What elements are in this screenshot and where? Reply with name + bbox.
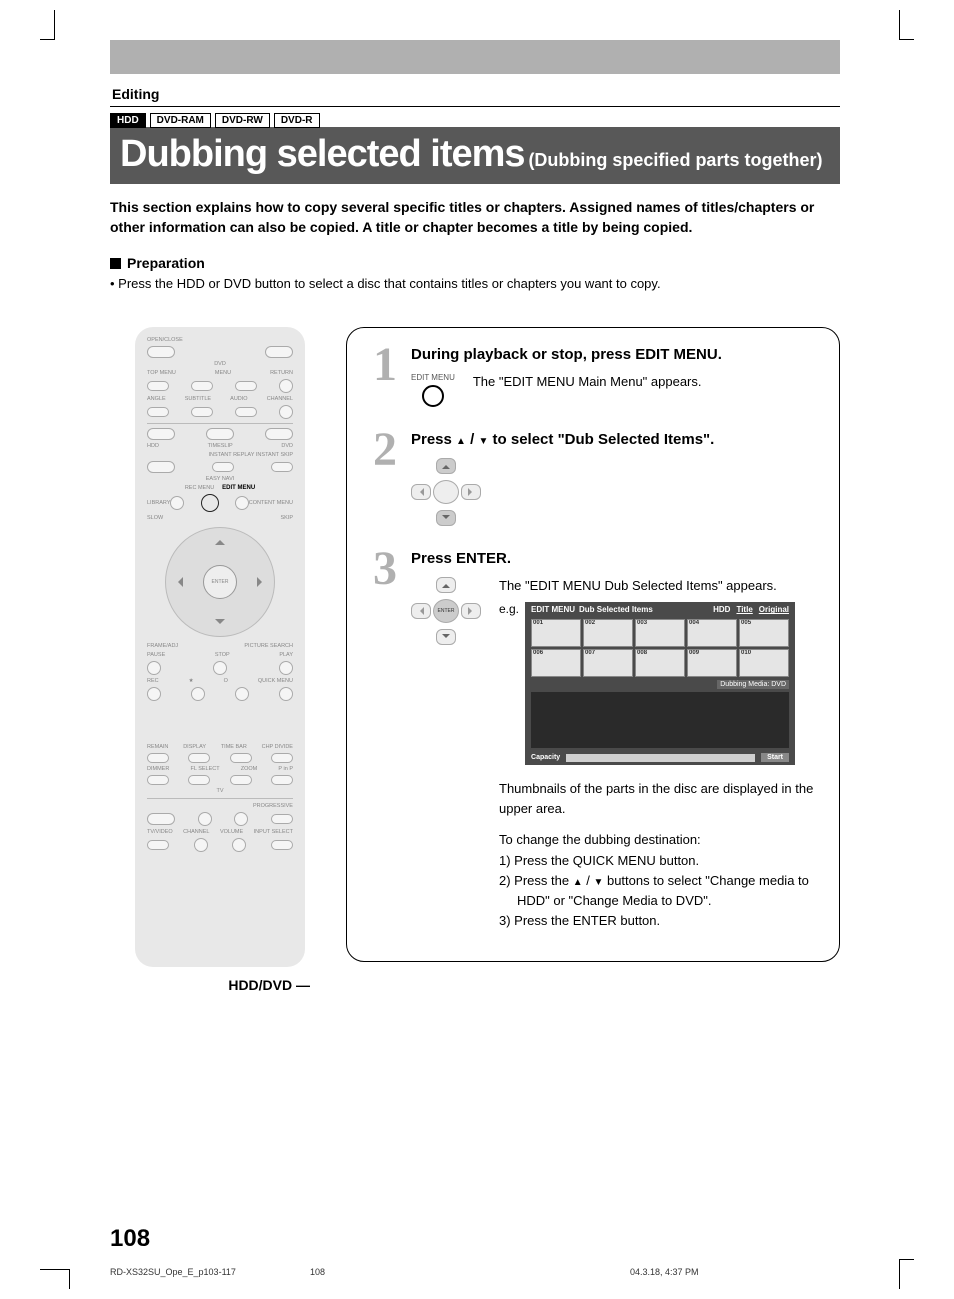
badge-hdd: HDD <box>110 113 146 128</box>
dpad-icon: ENTER <box>165 527 275 637</box>
title-main: Dubbing selected items <box>120 133 525 175</box>
step-1: 1 During playback or stop, press EDIT ME… <box>365 346 821 407</box>
start-button: Start <box>761 753 789 762</box>
badge-dvdram: DVD-RAM <box>150 113 211 128</box>
title-sub: (Dubbing specified parts together) <box>528 150 822 170</box>
section-underline <box>110 106 840 107</box>
footer: RD-XS32SU_Ope_E_p103-117 108 04.3.18, 4:… <box>110 1267 844 1277</box>
capacity-bar <box>566 754 755 762</box>
dubbing-media-label: Dubbing Media: DVD <box>717 680 789 689</box>
triangle-up-icon <box>573 873 583 888</box>
triangle-down-icon <box>478 431 488 448</box>
dpad-updown-icon <box>411 458 481 526</box>
screen-lower-area <box>531 692 789 748</box>
triangle-down-icon <box>593 873 603 888</box>
triangle-up-icon <box>456 431 466 448</box>
crop-mark <box>899 10 914 40</box>
tab-original: Original <box>759 605 789 614</box>
square-bullet-icon <box>110 258 121 269</box>
step-3-text: The "EDIT MENU Dub Selected Items" appea… <box>499 577 821 596</box>
edit-menu-label: EDIT MENU <box>222 485 255 491</box>
dpad-enter-icon: ENTER <box>411 577 481 645</box>
crop-mark <box>40 10 55 40</box>
hdd-dvd-callout-label: HDD/DVD — <box>110 977 330 993</box>
tab-title: Title <box>736 605 752 614</box>
crop-mark <box>40 1269 70 1289</box>
substep-3: 3) Press the ENTER button. <box>499 911 821 931</box>
step-1-text: The "EDIT MENU Main Menu" appears. <box>473 373 702 392</box>
footer-page: 108 <box>310 1267 630 1277</box>
step-3-notes: Thumbnails of the parts in the disc are … <box>499 779 821 931</box>
step-3-title: Press ENTER. <box>411 550 821 567</box>
edit-menu-button-icon: EDIT MENU <box>411 373 455 407</box>
intro-text: This section explains how to copy severa… <box>110 198 840 237</box>
badge-dvdr: DVD-R <box>274 113 320 128</box>
edit-menu-button-icon <box>201 494 219 512</box>
remote-illustration: OPEN/CLOSE DVD TOP MENUMENURETURN ANGLES… <box>135 327 305 967</box>
preparation-label: Preparation <box>127 255 205 271</box>
thumbnail-grid: 001 002 003 004 005 006 007 008 009 <box>525 617 795 679</box>
title-bar: Dubbing selected items (Dubbing specifie… <box>110 127 840 184</box>
capacity-label: Capacity <box>531 754 560 761</box>
preparation-text: • Press the HDD or DVD button to select … <box>110 275 840 293</box>
footer-date: 04.3.18, 4:37 PM <box>630 1267 699 1277</box>
desc-thumbnails: Thumbnails of the parts in the disc are … <box>499 779 821 818</box>
desc-change-dest: To change the dubbing destination: <box>499 830 821 850</box>
screen-mode: Dub Selected Items <box>579 605 653 614</box>
page-number: 108 <box>110 1225 150 1253</box>
step-number: 1 <box>365 346 397 407</box>
step-3: 3 Press ENTER. ENTER The "EDIT MENU Dub … <box>365 550 821 930</box>
step-2: 2 Press / to select "Dub Selected Items"… <box>365 431 821 526</box>
substep-1: 1) Press the QUICK MENU button. <box>499 851 821 871</box>
badge-dvdrw: DVD-RW <box>215 113 270 128</box>
preparation-heading: Preparation <box>110 255 840 271</box>
example-screen: EDIT MENU Dub Selected Items HDD Title O… <box>525 602 795 765</box>
substep-2: 2) Press the / buttons to select "Change… <box>499 871 821 910</box>
disc-badges: HDD DVD-RAM DVD-RW DVD-R <box>110 113 840 128</box>
screen-source: HDD <box>713 605 730 614</box>
step-number: 2 <box>365 431 397 526</box>
footer-file: RD-XS32SU_Ope_E_p103-117 <box>110 1267 310 1277</box>
step-2-title: Press / to select "Dub Selected Items". <box>411 431 821 448</box>
example-label: e.g. <box>499 602 519 616</box>
crop-mark <box>899 1259 914 1289</box>
section-label: Editing <box>110 86 840 102</box>
steps-box: 1 During playback or stop, press EDIT ME… <box>346 327 840 961</box>
screen-brand: EDIT MENU <box>531 605 575 614</box>
step-number: 3 <box>365 550 397 930</box>
remote-column: OPEN/CLOSE DVD TOP MENUMENURETURN ANGLES… <box>110 327 330 993</box>
page-content: Editing HDD DVD-RAM DVD-RW DVD-R Dubbing… <box>110 40 840 993</box>
step-1-title: During playback or stop, press EDIT MENU… <box>411 346 821 363</box>
grey-header-bar <box>110 40 840 74</box>
